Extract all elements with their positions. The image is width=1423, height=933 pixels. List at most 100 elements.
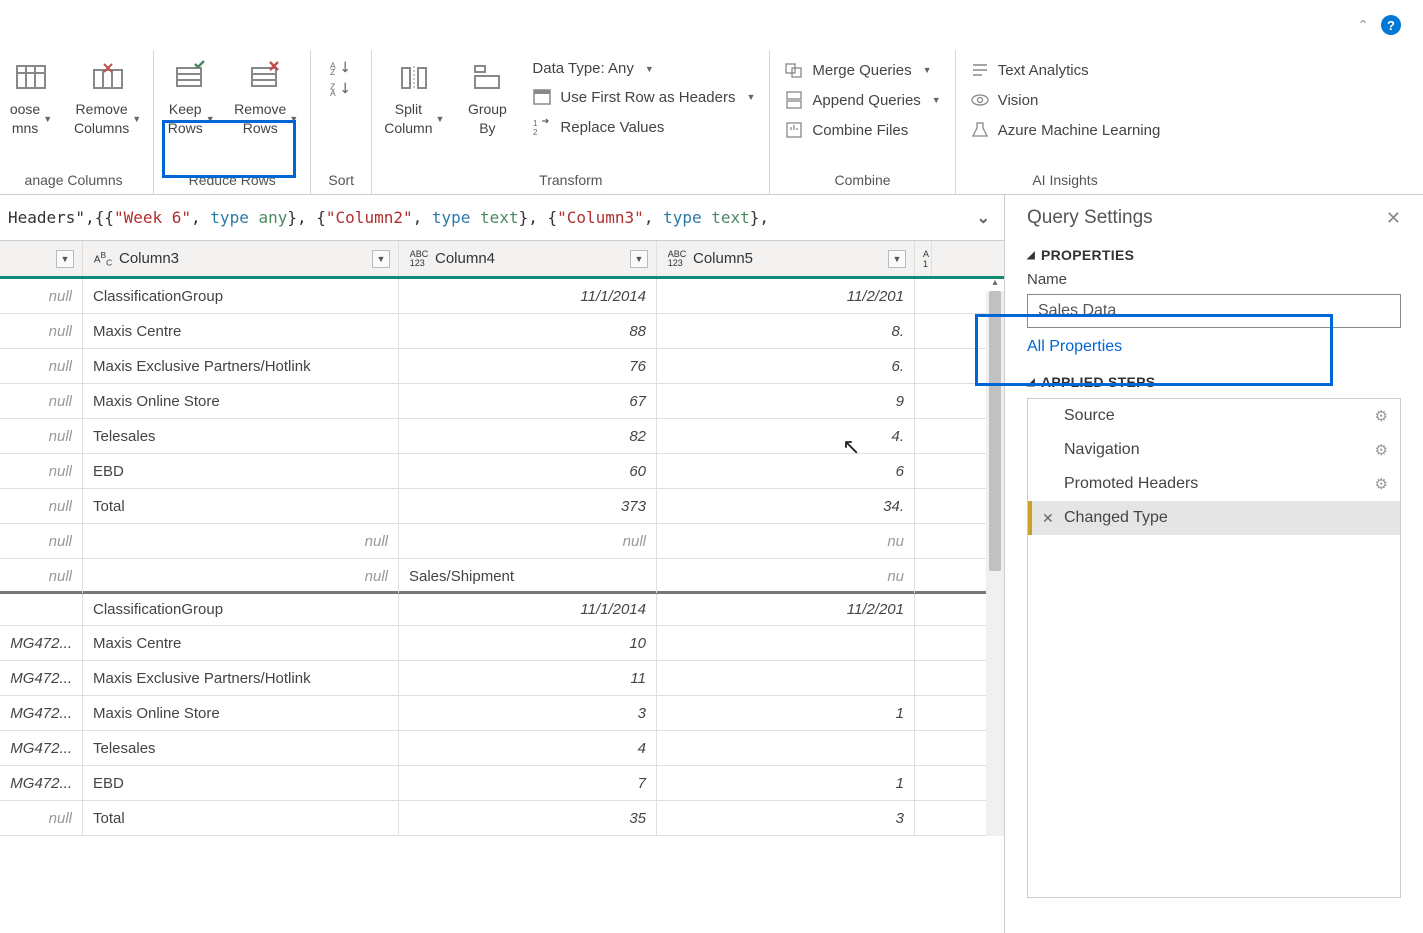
- cell[interactable]: Maxis Online Store: [83, 696, 399, 730]
- cell[interactable]: MG472...: [0, 731, 83, 765]
- cell[interactable]: ClassificationGroup: [83, 594, 399, 625]
- formula-bar[interactable]: Headers",{{"Week 6", type any}, {"Column…: [0, 195, 1004, 241]
- cell[interactable]: 11/2/201: [657, 279, 915, 313]
- gear-icon[interactable]: ⚙: [1375, 441, 1388, 459]
- column-header[interactable]: ABC123Column5▼: [657, 241, 915, 276]
- cell[interactable]: null: [0, 314, 83, 348]
- merge-queries-button[interactable]: Merge Queries▼: [784, 60, 940, 80]
- cell[interactable]: nu: [657, 524, 915, 558]
- cell[interactable]: null: [0, 419, 83, 453]
- column-header[interactable]: ABCColumn3▼: [83, 241, 399, 276]
- filter-dropdown-icon[interactable]: ▼: [630, 250, 648, 268]
- table-row[interactable]: nullnullSales/Shipmentnu: [0, 559, 1004, 594]
- cell[interactable]: Total: [83, 489, 399, 523]
- filter-dropdown-icon[interactable]: ▼: [56, 250, 74, 268]
- all-properties-link[interactable]: All Properties: [1027, 338, 1401, 356]
- cell[interactable]: Maxis Centre: [83, 626, 399, 660]
- cell[interactable]: null: [83, 559, 399, 593]
- applied-step[interactable]: ✕Changed Type: [1028, 501, 1400, 535]
- cell[interactable]: null: [0, 801, 83, 835]
- cell[interactable]: 3: [657, 801, 915, 835]
- column-header[interactable]: ▼: [0, 241, 83, 276]
- cell[interactable]: Telesales: [83, 731, 399, 765]
- table-row[interactable]: nullMaxis Online Store679: [0, 384, 1004, 419]
- cell[interactable]: null: [0, 384, 83, 418]
- cell[interactable]: null: [0, 524, 83, 558]
- cell[interactable]: 6.: [657, 349, 915, 383]
- cell[interactable]: 4.: [657, 419, 915, 453]
- table-row[interactable]: MG472...Maxis Exclusive Partners/Hotlink…: [0, 661, 1004, 696]
- cell[interactable]: nu: [657, 559, 915, 593]
- table-row[interactable]: MG472...Telesales4: [0, 731, 1004, 766]
- cell[interactable]: 8.: [657, 314, 915, 348]
- table-row[interactable]: ClassificationGroup11/1/201411/2/201: [0, 591, 1004, 626]
- applied-step[interactable]: Navigation⚙: [1028, 433, 1400, 467]
- table-row[interactable]: nullClassificationGroup11/1/201411/2/201: [0, 279, 1004, 314]
- keep-rows-button[interactable]: Keep Rows▼: [160, 56, 222, 142]
- cell[interactable]: EBD: [83, 454, 399, 488]
- close-icon[interactable]: ✕: [1386, 208, 1401, 229]
- remove-columns-button[interactable]: Remove Columns▼: [68, 56, 147, 142]
- gear-icon[interactable]: ⚙: [1375, 407, 1388, 425]
- table-row[interactable]: nullnullnullnu: [0, 524, 1004, 559]
- cell[interactable]: 3: [399, 696, 657, 730]
- cell[interactable]: 1: [657, 766, 915, 800]
- table-row[interactable]: nullTotal353: [0, 801, 1004, 836]
- cell[interactable]: 76: [399, 349, 657, 383]
- datatype-icon[interactable]: ABC123: [665, 250, 689, 268]
- cell[interactable]: 60: [399, 454, 657, 488]
- cell[interactable]: MG472...: [0, 696, 83, 730]
- table-row[interactable]: MG472...Maxis Online Store31: [0, 696, 1004, 731]
- table-row[interactable]: MG472...EBD71: [0, 766, 1004, 801]
- cell[interactable]: EBD: [83, 766, 399, 800]
- cell[interactable]: null: [0, 349, 83, 383]
- cell[interactable]: Maxis Centre: [83, 314, 399, 348]
- cell[interactable]: Maxis Exclusive Partners/Hotlink: [83, 661, 399, 695]
- cell[interactable]: ClassificationGroup: [83, 279, 399, 313]
- cell[interactable]: Maxis Exclusive Partners/Hotlink: [83, 349, 399, 383]
- table-row[interactable]: nullTotal37334.: [0, 489, 1004, 524]
- replace-values-button[interactable]: 12Replace Values: [532, 117, 755, 137]
- cell[interactable]: MG472...: [0, 626, 83, 660]
- append-queries-button[interactable]: Append Queries▼: [784, 90, 940, 110]
- cell[interactable]: Sales/Shipment: [399, 559, 657, 593]
- cell[interactable]: 10: [399, 626, 657, 660]
- applied-step[interactable]: Source⚙: [1028, 399, 1400, 433]
- cell[interactable]: 67: [399, 384, 657, 418]
- split-column-button[interactable]: Split Column▼: [378, 56, 450, 142]
- data-type-button[interactable]: Data Type: Any▼: [532, 60, 755, 77]
- cell[interactable]: [0, 594, 83, 625]
- cell[interactable]: 11/2/201: [657, 594, 915, 625]
- cell[interactable]: 34.: [657, 489, 915, 523]
- cell[interactable]: Maxis Online Store: [83, 384, 399, 418]
- cell[interactable]: 6: [657, 454, 915, 488]
- applied-step[interactable]: Promoted Headers⚙: [1028, 467, 1400, 501]
- choose-columns-button[interactable]: oose mns▼: [0, 56, 62, 142]
- query-name-input[interactable]: [1027, 294, 1401, 328]
- combine-files-button[interactable]: Combine Files: [784, 120, 940, 140]
- table-row[interactable]: nullMaxis Exclusive Partners/Hotlink766.: [0, 349, 1004, 384]
- cell[interactable]: null: [83, 524, 399, 558]
- cell[interactable]: 11/1/2014: [399, 279, 657, 313]
- cell[interactable]: 88: [399, 314, 657, 348]
- cell[interactable]: null: [0, 454, 83, 488]
- cell[interactable]: 373: [399, 489, 657, 523]
- cell[interactable]: 11: [399, 661, 657, 695]
- cell[interactable]: MG472...: [0, 766, 83, 800]
- help-icon[interactable]: ?: [1381, 15, 1401, 35]
- cell[interactable]: 82: [399, 419, 657, 453]
- datatype-icon[interactable]: ABC123: [407, 250, 431, 268]
- cell[interactable]: null: [0, 279, 83, 313]
- cell[interactable]: null: [0, 559, 83, 593]
- remove-rows-button[interactable]: Remove Rows▼: [228, 56, 304, 142]
- delete-step-icon[interactable]: ✕: [1042, 510, 1054, 527]
- ribbon-collapse-chevron[interactable]: ⌃: [1357, 17, 1369, 34]
- cell[interactable]: null: [0, 489, 83, 523]
- vision-button[interactable]: Vision: [970, 90, 1161, 110]
- cell[interactable]: Total: [83, 801, 399, 835]
- table-row[interactable]: nullMaxis Centre888.: [0, 314, 1004, 349]
- vertical-scrollbar[interactable]: ▴ ▾: [986, 291, 1004, 836]
- cell[interactable]: 9: [657, 384, 915, 418]
- datatype-icon[interactable]: ABC: [91, 251, 115, 267]
- cell[interactable]: 7: [399, 766, 657, 800]
